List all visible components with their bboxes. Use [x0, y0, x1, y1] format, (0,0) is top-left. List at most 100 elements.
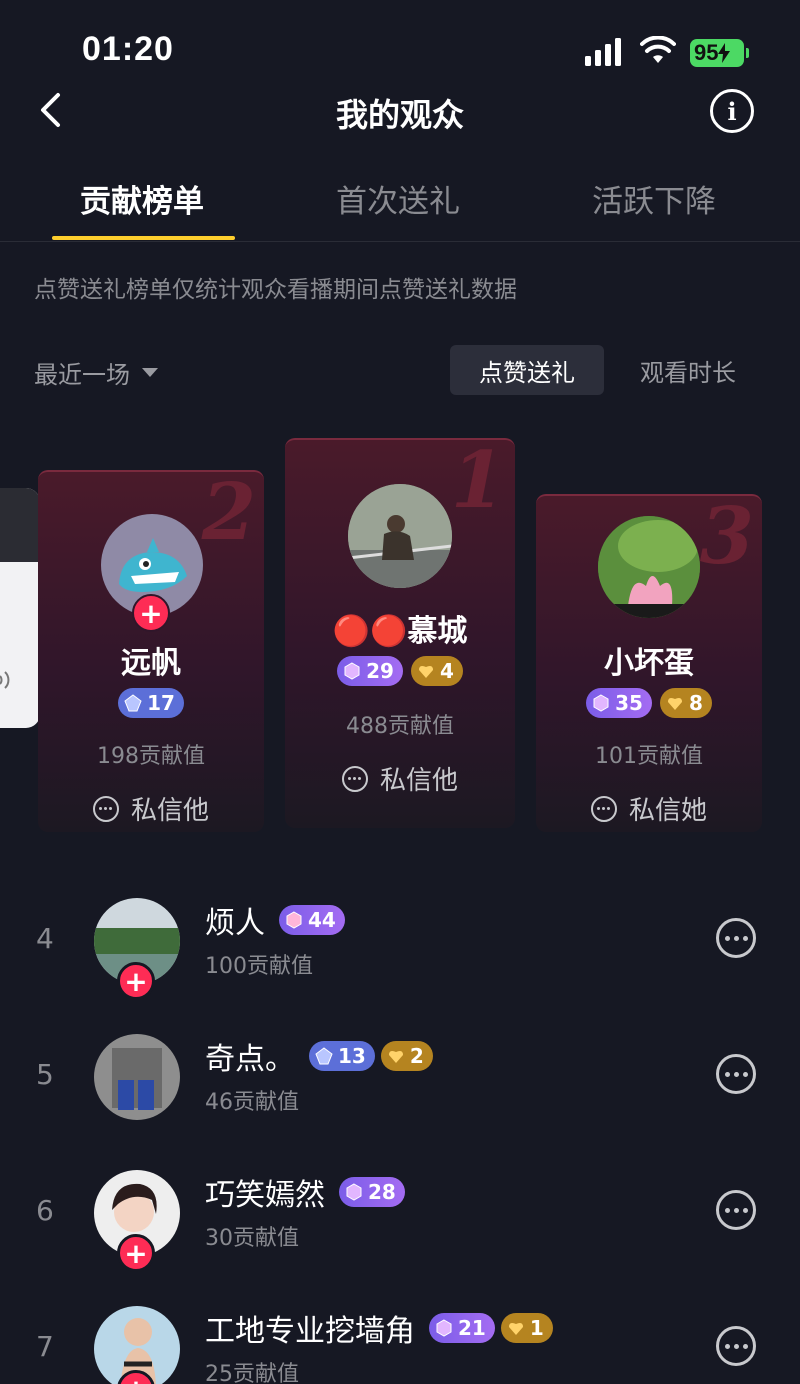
hexagon-gem-icon: [593, 694, 609, 712]
segment-watch-time[interactable]: 观看时长: [620, 345, 756, 395]
badge-value: 1: [529, 1316, 544, 1340]
lotus-avatar-image: [598, 516, 700, 618]
message-button[interactable]: [716, 918, 756, 958]
podium-badges: 35 8: [536, 688, 762, 718]
active-tab-indicator: [52, 236, 235, 240]
wifi-icon: [640, 36, 676, 63]
diamond-gem-icon: [124, 694, 142, 712]
list-rank: 5: [36, 1058, 54, 1091]
gift-level-badge: 4: [410, 656, 463, 686]
list-name: 巧笑嫣然: [205, 1178, 325, 1213]
private-message-button[interactable]: 私信他: [38, 790, 264, 827]
badge-value: 13: [338, 1044, 366, 1068]
heart-shield-icon: [508, 1323, 523, 1335]
list-name-line: 工地专业挖墙角 21 1: [205, 1306, 553, 1350]
badge-value: 44: [308, 908, 336, 932]
podium-rank-number: 3: [699, 494, 754, 582]
list-item[interactable]: 5 奇点。 13 2 46贡献值: [0, 1034, 800, 1134]
fan-level-badge: 29: [337, 656, 403, 686]
street-photo-avatar-image: [348, 484, 452, 588]
range-dropdown-label: 最近一场: [34, 361, 130, 389]
avatar[interactable]: [348, 484, 452, 588]
podium-rank-number: 1: [450, 438, 505, 526]
podium-badges: 29 4: [285, 656, 515, 686]
gift-level-badge: 1: [500, 1313, 553, 1343]
follow-add-button[interactable]: +: [132, 594, 170, 632]
battery-level: 95: [694, 40, 719, 65]
range-dropdown[interactable]: 最近一场: [34, 355, 158, 390]
tab-divider: [0, 241, 800, 242]
podium-badges: 17: [38, 688, 264, 718]
message-button[interactable]: [716, 1190, 756, 1230]
podium-card-rank-3[interactable]: 3 小坏蛋 35 8 101贡献值 私信她: [536, 494, 762, 832]
list-rank: 4: [36, 922, 54, 955]
private-message-label: 私信他: [379, 766, 458, 796]
tab-activity-drop[interactable]: 活跃下降: [592, 176, 716, 221]
diamond-gem-icon: [315, 1047, 333, 1065]
badge-value: 17: [147, 691, 175, 715]
message-button[interactable]: [716, 1326, 756, 1366]
hexagon-gem-icon: [344, 662, 360, 680]
list-name: 奇点。: [205, 1042, 295, 1077]
chat-bubble-icon: [341, 765, 368, 792]
list-item[interactable]: 7 + 工地专业挖墙角 21 1 25贡献值: [0, 1306, 800, 1384]
heart-shield-icon: [388, 1051, 403, 1063]
fan-level-badge: 13: [309, 1041, 375, 1071]
fan-level-badge: 35: [586, 688, 652, 718]
podium-contribution: 198贡献值: [97, 744, 205, 769]
list-name-line: 烦人 44: [205, 898, 345, 942]
fan-level-badge: 28: [339, 1177, 405, 1207]
private-message-button[interactable]: 私信她: [536, 790, 762, 827]
podium-name: 远帆: [121, 646, 181, 681]
hexagon-gem-icon: [286, 911, 302, 929]
badge-value: 2: [409, 1044, 424, 1068]
list-item[interactable]: 6 + 巧笑嫣然 28 30贡献值: [0, 1170, 800, 1272]
caret-down-icon: [142, 368, 158, 377]
ranking-hint: 点赞送礼榜单仅统计观众看播期间点赞送礼数据: [34, 277, 517, 303]
page-title: 我的观众: [335, 96, 464, 134]
badge-value: 8: [688, 691, 703, 715]
chat-bubble-icon: [92, 795, 119, 822]
avatar[interactable]: [598, 516, 700, 618]
segment-likes-gifts[interactable]: 点赞送礼: [450, 345, 604, 395]
list-contribution: 46贡献值: [205, 1090, 299, 1115]
follow-add-button[interactable]: +: [117, 1234, 155, 1272]
list-contribution: 25贡献值: [205, 1362, 299, 1384]
podium-card-rank-1[interactable]: 1 🔴🔴慕城 29 4 488贡献值 私信他: [285, 438, 515, 828]
list-contribution: 100贡献值: [205, 954, 313, 979]
private-message-button[interactable]: 私信他: [285, 760, 515, 797]
badge-value: 4: [439, 659, 454, 683]
badge-value: 28: [368, 1180, 396, 1204]
follow-add-button[interactable]: +: [117, 962, 155, 1000]
podium-rank-number: 2: [201, 470, 256, 558]
battery-indicator: 95: [690, 39, 749, 67]
hexagon-gem-icon: [346, 1183, 362, 1201]
list-rank: 6: [36, 1194, 54, 1227]
heart-shield-icon: [418, 666, 433, 678]
podium-name: 小坏蛋: [604, 646, 694, 681]
list-item[interactable]: 4 + 烦人 44 100贡献值: [0, 898, 800, 1000]
list-rank: 7: [36, 1330, 54, 1363]
avatar[interactable]: [94, 1034, 180, 1120]
tab-contribution[interactable]: 贡献榜单: [80, 176, 204, 221]
list-contribution: 30贡献值: [205, 1226, 299, 1251]
heart-shield-icon: [667, 698, 682, 710]
gift-level-badge: 8: [659, 688, 712, 718]
cellular-signal-icon: [585, 38, 621, 66]
chat-bubble-icon: [590, 795, 617, 822]
podium-contribution: 488贡献值: [346, 714, 454, 739]
couple-avatar-image: [94, 1034, 180, 1120]
podium-contribution: 101贡献值: [595, 744, 703, 769]
podium-name: 🔴🔴慕城: [332, 614, 468, 649]
fan-level-badge: 17: [118, 688, 184, 718]
fan-level-badge: 44: [279, 905, 345, 935]
podium-card-rank-2[interactable]: 2 + 远帆 17 198贡献值 私信他: [38, 470, 264, 832]
sound-wave-icon: [0, 671, 10, 689]
tab-first-gift[interactable]: 首次送礼: [336, 176, 460, 221]
private-message-label: 私信她: [628, 796, 707, 826]
message-button[interactable]: [716, 1054, 756, 1094]
info-icon[interactable]: i: [710, 89, 754, 133]
partial-side-panel[interactable]: [0, 488, 40, 728]
list-name: 工地专业挖墙角: [205, 1314, 415, 1349]
fan-level-badge: 21: [429, 1313, 495, 1343]
